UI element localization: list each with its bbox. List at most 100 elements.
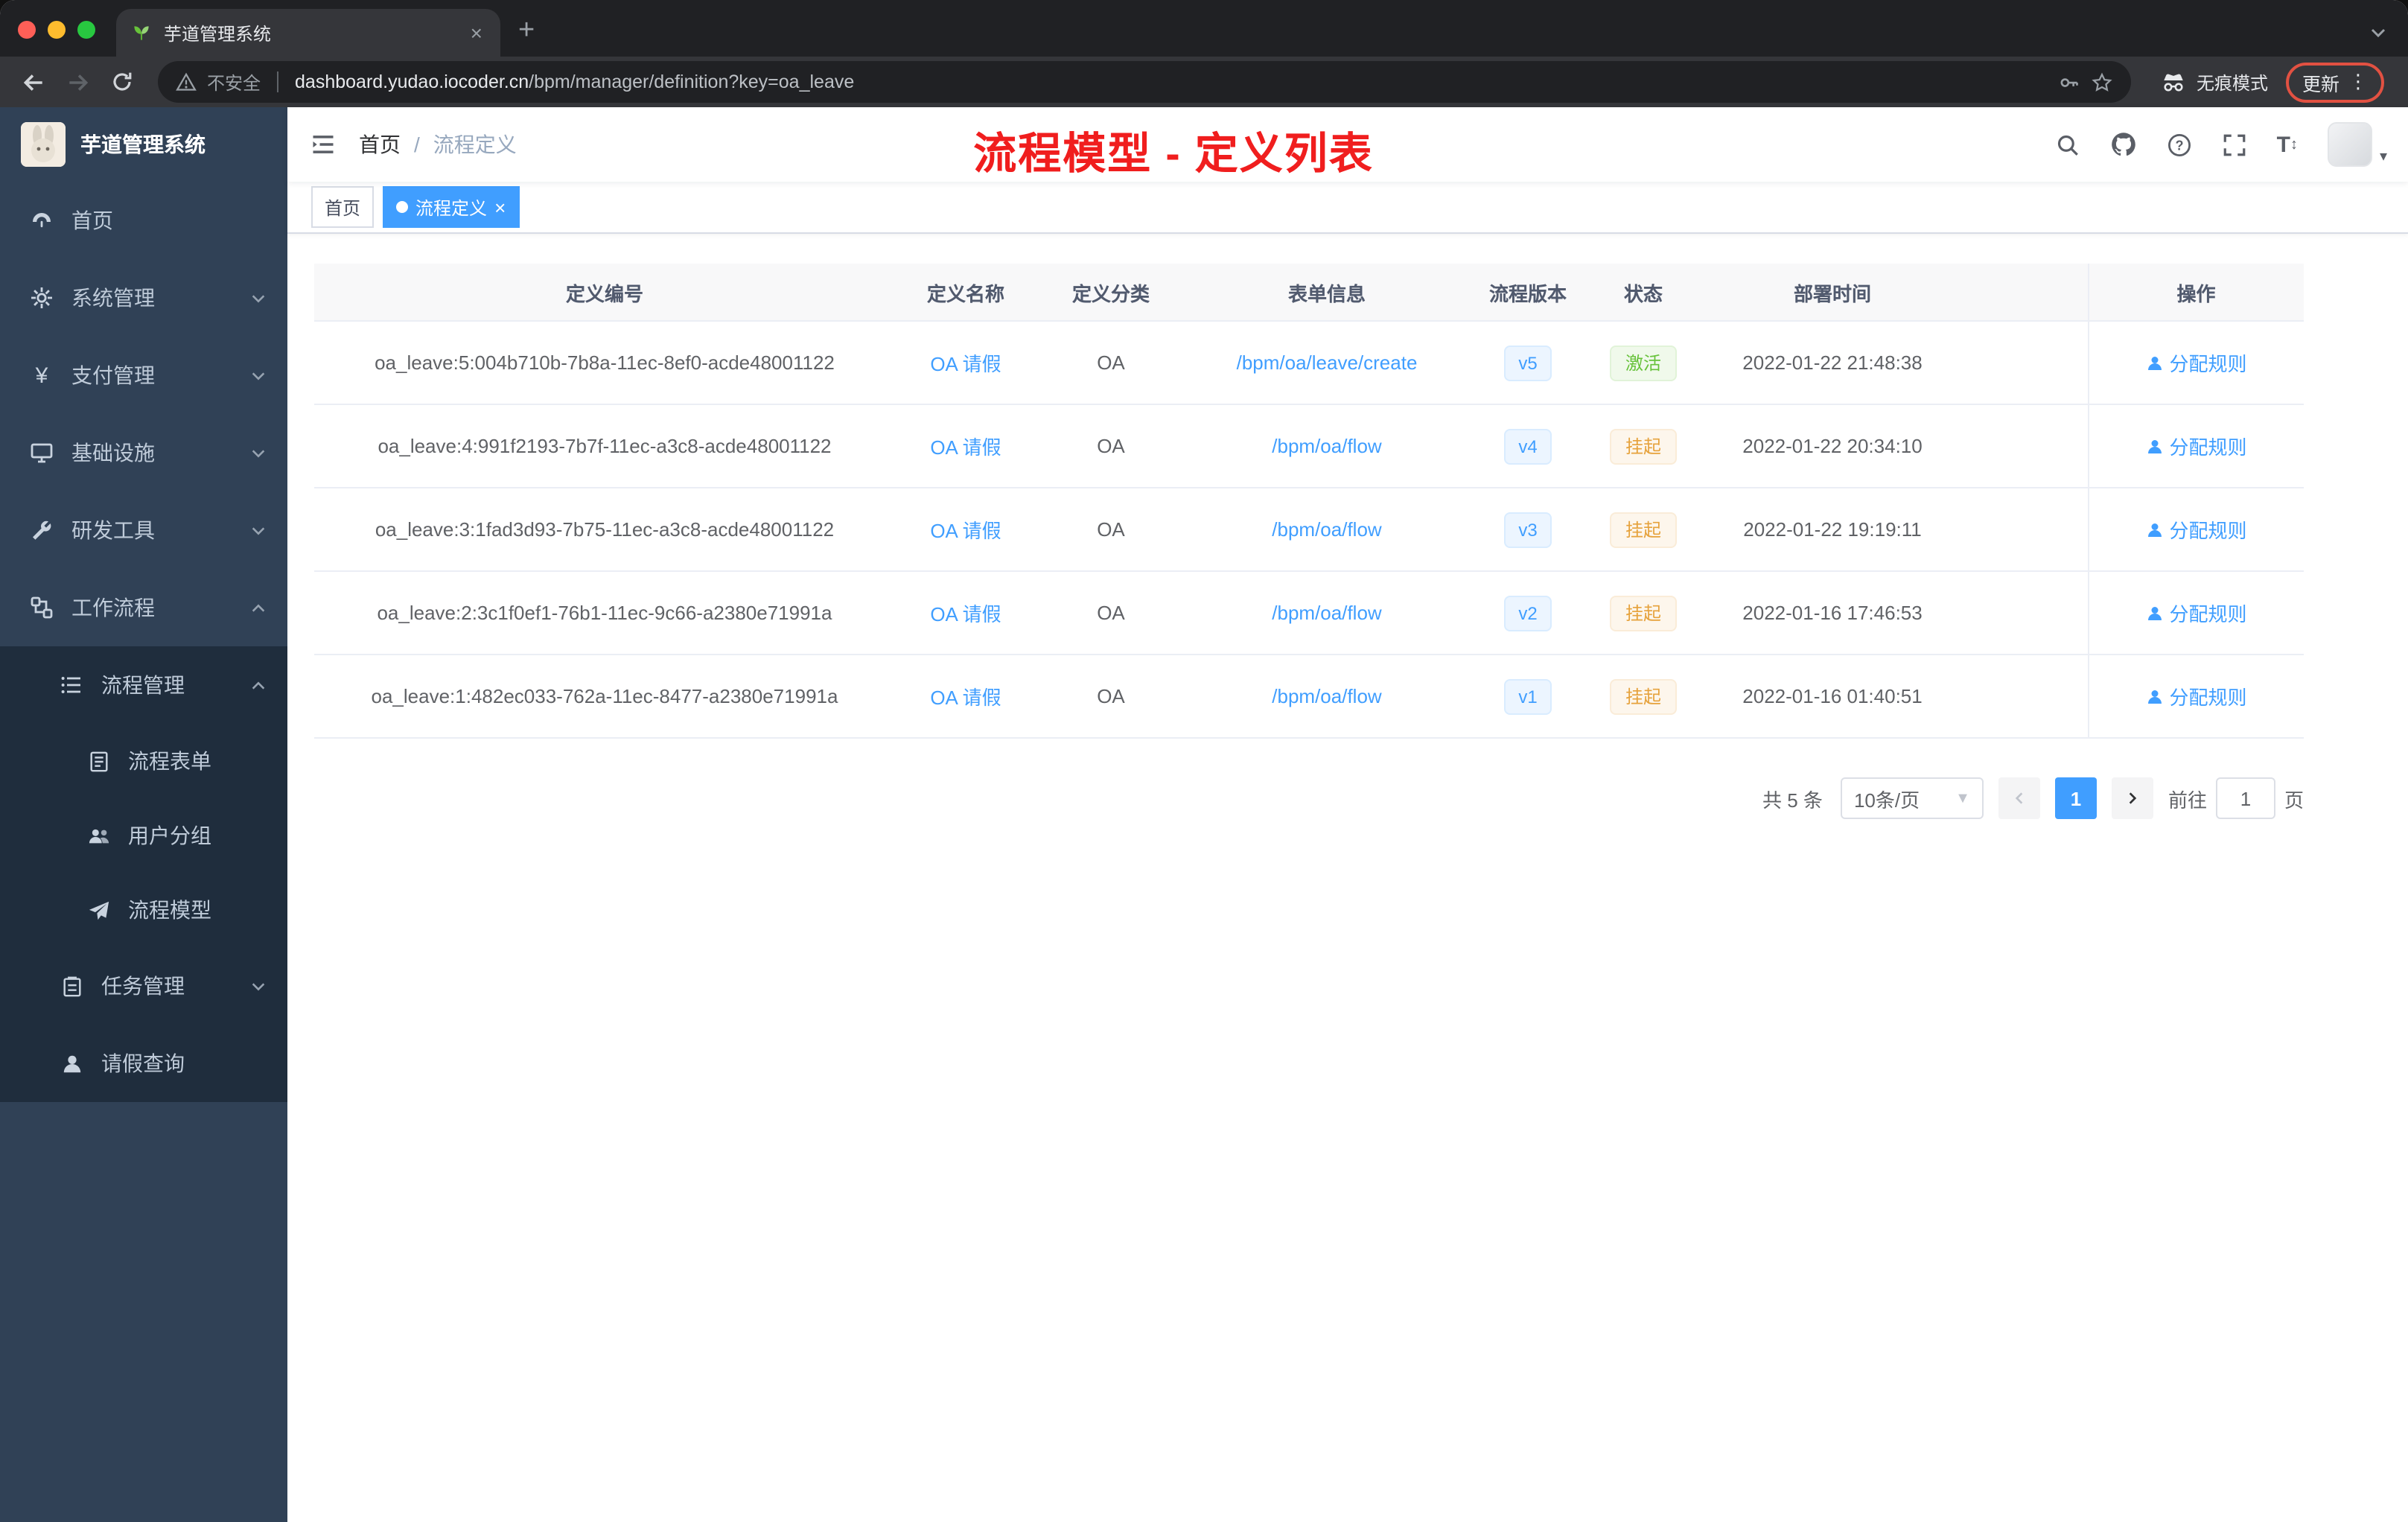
sidebar-item-home[interactable]: 首页 — [0, 182, 287, 259]
tab-close-icon[interactable]: × — [468, 21, 485, 45]
tag-close-icon[interactable]: × — [494, 197, 506, 217]
definition-name-link[interactable]: OA 请假 — [930, 436, 1001, 459]
sidebar: 芋道管理系统 首页 系统管理 ¥ 支付管理 基础设施 研发工具 工作流程 流程管… — [0, 107, 287, 1522]
back-icon[interactable] — [12, 61, 54, 103]
col-header-process-version: 流程版本 — [1468, 264, 1587, 322]
assign-rule-link[interactable]: 分配规则 — [2145, 515, 2247, 544]
sidebar-item-payment[interactable]: ¥ 支付管理 — [0, 337, 287, 414]
url-text[interactable]: dashboard.yudao.iocoder.cn/bpm/manager/d… — [295, 71, 854, 92]
incognito-icon — [2161, 69, 2186, 95]
definition-id: oa_leave:2:3c1f0ef1-76b1-11ec-9c66-a2380… — [314, 571, 895, 655]
assign-rule-label: 分配规则 — [2169, 520, 2247, 542]
zoom-window-button[interactable] — [77, 21, 95, 39]
definition-id: oa_leave:5:004b710b-7b8a-11ec-8ef0-acde4… — [314, 321, 895, 405]
breadcrumb-home[interactable]: 首页 — [359, 130, 401, 159]
new-tab-button[interactable]: + — [500, 15, 552, 57]
page-size-value: 10条/页 — [1853, 789, 1920, 811]
sidebar-logo[interactable]: 芋道管理系统 — [0, 107, 287, 182]
password-key-icon[interactable] — [2058, 71, 2080, 93]
definition-name-link[interactable]: OA 请假 — [930, 520, 1001, 542]
browser-window: 芋道管理系统 × + 不安全 dashboard.yudao.iocoder.c… — [0, 0, 2408, 1522]
col-header-form-info: 表单信息 — [1185, 264, 1468, 322]
sidebar-item-workflow[interactable]: 工作流程 — [0, 569, 287, 646]
close-window-button[interactable] — [18, 21, 36, 39]
workflow-icon — [30, 596, 54, 620]
assign-rule-link[interactable]: 分配规则 — [2145, 348, 2247, 377]
next-page-button[interactable] — [2111, 777, 2153, 819]
page-size-select[interactable]: 10条/页 ▼ — [1840, 777, 1984, 819]
form-info-link[interactable]: /bpm/oa/flow — [1272, 685, 1381, 707]
form-info-link[interactable]: /bpm/oa/flow — [1272, 518, 1381, 541]
gear-icon — [30, 286, 54, 310]
address-bar[interactable]: 不安全 dashboard.yudao.iocoder.cn/bpm/manag… — [158, 61, 2131, 103]
current-page-button[interactable]: 1 — [2054, 777, 2097, 819]
deploy-time: 2022-01-16 01:40:51 — [1699, 655, 1966, 739]
tag-label: 首页 — [325, 197, 361, 218]
minimize-window-button[interactable] — [48, 21, 66, 39]
security-label[interactable]: 不安全 — [207, 69, 261, 95]
search-icon[interactable] — [2055, 132, 2080, 157]
table-row: oa_leave:4:991f2193-7b7f-11ec-a3c8-acde4… — [314, 404, 2304, 488]
table-row: oa_leave:5:004b710b-7b8a-11ec-8ef0-acde4… — [314, 321, 2304, 405]
version-tag: v3 — [1503, 512, 1552, 547]
definition-category: OA — [1036, 321, 1185, 405]
sidebar-item-process-form[interactable]: 流程表单 — [0, 724, 287, 798]
definition-name-link[interactable]: OA 请假 — [930, 603, 1001, 625]
tab-search-chevron-icon[interactable] — [2369, 24, 2408, 57]
sidebar-item-devtools[interactable]: 研发工具 — [0, 491, 287, 569]
reload-icon[interactable] — [101, 61, 143, 103]
assign-rule-link[interactable]: 分配规则 — [2145, 682, 2247, 710]
hamburger-icon[interactable] — [287, 107, 359, 182]
sidebar-item-leave-query[interactable]: 请假查询 — [0, 1025, 287, 1102]
sidebar-item-label: 基础设施 — [71, 441, 155, 465]
user-icon — [2145, 354, 2163, 372]
sidebar-item-user-group[interactable]: 用户分组 — [0, 798, 287, 873]
form-info-link[interactable]: /bpm/oa/flow — [1272, 435, 1381, 457]
sidebar-item-label: 流程模型 — [128, 898, 211, 922]
font-size-icon[interactable]: T ↕ — [2277, 132, 2298, 157]
definition-name-link[interactable]: OA 请假 — [930, 353, 1001, 375]
wrench-icon — [30, 518, 54, 542]
row-filler — [1966, 571, 2088, 655]
incognito-label: 无痕模式 — [2196, 72, 2268, 93]
browser-tab[interactable]: 芋道管理系统 × — [116, 9, 500, 57]
github-icon[interactable] — [2110, 131, 2137, 158]
version-tag: v4 — [1503, 428, 1552, 464]
user-menu[interactable]: ▾ — [2327, 122, 2387, 167]
window-controls — [0, 21, 116, 57]
goto-page-input[interactable] — [2215, 777, 2275, 819]
browser-menu-dots-icon[interactable]: ⋮ — [2348, 70, 2368, 94]
forward-icon[interactable] — [57, 61, 98, 103]
fullscreen-icon[interactable] — [2222, 132, 2247, 157]
assign-rule-link[interactable]: 分配规则 — [2145, 599, 2247, 627]
user-icon — [2145, 520, 2163, 538]
tag-process-definition[interactable]: 流程定义 × — [383, 186, 520, 228]
sidebar-item-label: 流程管理 — [101, 673, 185, 697]
assign-rule-link[interactable]: 分配规则 — [2145, 432, 2247, 460]
sidebar-item-label: 用户分组 — [128, 824, 211, 847]
assign-rule-label: 分配规则 — [2169, 436, 2247, 459]
sidebar-item-task-management[interactable]: 任务管理 — [0, 947, 287, 1025]
prev-page-button[interactable] — [1998, 777, 2040, 819]
bookmark-star-icon[interactable] — [2091, 71, 2113, 93]
chevron-down-icon — [250, 522, 267, 538]
active-dot — [396, 201, 409, 213]
sidebar-item-process-model[interactable]: 流程模型 — [0, 873, 287, 947]
table-row: oa_leave:2:3c1f0ef1-76b1-11ec-9c66-a2380… — [314, 571, 2304, 655]
help-icon[interactable]: ? — [2167, 132, 2192, 157]
sidebar-item-process-management[interactable]: 流程管理 — [0, 646, 287, 724]
pagination-total: 共 5 条 — [1762, 789, 1823, 811]
tag-home[interactable]: 首页 — [311, 186, 375, 228]
update-button[interactable]: 更新 ⋮ — [2285, 62, 2384, 102]
definition-name-link[interactable]: OA 请假 — [930, 687, 1001, 709]
definition-id: oa_leave:3:1fad3d93-7b75-11ec-a3c8-acde4… — [314, 488, 895, 572]
navbar-actions: ? T ↕ ▾ — [2055, 122, 2408, 167]
page-content: 定义编号 定义名称 定义分类 表单信息 流程版本 状态 部署时间 操作 oa_l… — [287, 234, 2408, 1522]
form-info-link[interactable]: /bpm/oa/leave/create — [1237, 351, 1418, 374]
avatar[interactable] — [2327, 122, 2372, 167]
sidebar-item-system[interactable]: 系统管理 — [0, 259, 287, 337]
form-info-link[interactable]: /bpm/oa/flow — [1272, 602, 1381, 624]
breadcrumb-current: 流程定义 — [433, 133, 517, 156]
sidebar-item-infrastructure[interactable]: 基础设施 — [0, 414, 287, 491]
breadcrumb-separator: / — [414, 133, 420, 156]
